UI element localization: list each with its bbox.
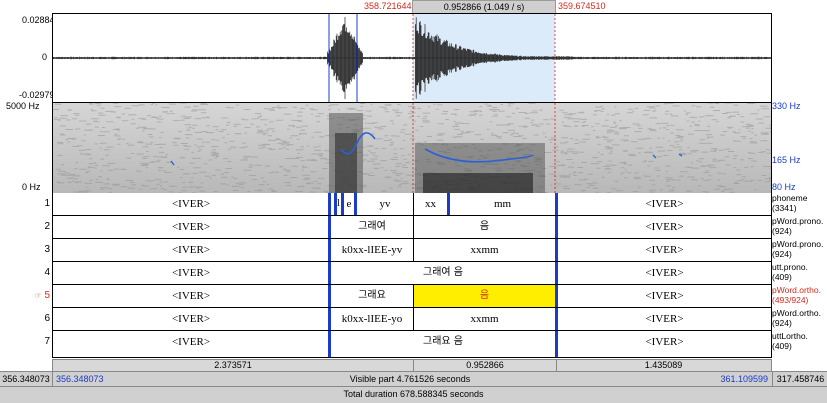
tier-1-interval-e[interactable]: e bbox=[344, 193, 354, 215]
tier-7-interval-a[interactable]: <IVER> bbox=[53, 331, 329, 353]
tier-5-interval-a[interactable]: <IVER> bbox=[53, 285, 329, 307]
tier-1-interval-a[interactable]: <IVER> bbox=[53, 193, 329, 215]
tier-7-name: uttLortho. (409) bbox=[772, 331, 808, 351]
window-start-time[interactable]: 356.348073 bbox=[0, 372, 53, 386]
pitch-max-label: 330 Hz bbox=[772, 101, 801, 111]
tier-7-interval-d[interactable]: <IVER> bbox=[558, 331, 771, 353]
tier-2-pword-prono[interactable]: <IVER> 그래여 음 <IVER> bbox=[52, 216, 772, 239]
tier-6-number: 6 bbox=[44, 313, 50, 324]
spectrogram-min-freq: 0 Hz bbox=[22, 182, 41, 192]
tier-1-interval-xx[interactable]: xx bbox=[414, 193, 447, 215]
spectrogram-panel[interactable] bbox=[52, 102, 772, 194]
window-end-time[interactable]: 317.458746 bbox=[772, 372, 827, 386]
tier-5-interval-d[interactable]: <IVER> bbox=[558, 285, 771, 307]
pitch-mid-label: 165 Hz bbox=[772, 155, 801, 165]
total-duration-label[interactable]: Total duration 678.588345 seconds bbox=[0, 387, 827, 403]
boundary[interactable] bbox=[328, 193, 331, 215]
tier-3-name: pWord.prono. (924) bbox=[772, 239, 824, 259]
tier-3-interval-b[interactable]: k0xx-lIEE-yv bbox=[331, 239, 413, 261]
tier-2-interval-c[interactable]: 음 bbox=[414, 216, 555, 238]
waveform-zero-label: 0 bbox=[42, 52, 48, 62]
visible-part-label[interactable]: Visible part 4.761526 seconds bbox=[200, 372, 620, 386]
selected-tier-pointer-icon: ☞ bbox=[34, 291, 42, 300]
tier-6-interval-d[interactable]: <IVER> bbox=[558, 308, 771, 330]
tier-7-number: 7 bbox=[44, 336, 50, 347]
tier-2-interval-a[interactable]: <IVER> bbox=[53, 216, 329, 238]
tier-3-number: 3 bbox=[44, 244, 50, 255]
visible-part-bar[interactable]: 356.348073 356.348073 Visible part 4.761… bbox=[0, 371, 827, 386]
tier-5-name: pWord.ortho. (493/924) bbox=[772, 285, 821, 305]
tier-6-interval-b[interactable]: k0xx-lIEE-yo bbox=[331, 308, 413, 330]
tier-2-interval-b[interactable]: 그래여 bbox=[331, 216, 413, 238]
tier-1-interval-mm[interactable]: mm bbox=[450, 193, 555, 215]
waveform-panel[interactable] bbox=[52, 13, 772, 103]
right-duration[interactable]: 1.435089 bbox=[556, 360, 771, 371]
tier-3-interval-c[interactable]: xxmm bbox=[414, 239, 555, 261]
waveform-min-label: -0.02979 bbox=[19, 90, 55, 100]
tier-1-interval-yv[interactable]: yv bbox=[357, 193, 413, 215]
tier-1-phoneme[interactable]: <IVER> l e yv xx mm <IVER> bbox=[52, 193, 772, 216]
tier-6-name: pWord.ortho. (924) bbox=[772, 308, 821, 328]
tier-5-pword-ortho[interactable]: <IVER> 그래요 음 <IVER> bbox=[52, 285, 772, 308]
spectrogram-graphic bbox=[53, 103, 771, 193]
tier-1-number: 1 bbox=[44, 198, 50, 209]
tier-3-interval-a[interactable]: <IVER> bbox=[53, 239, 329, 261]
tier-5-number: ☞ 5 bbox=[34, 290, 50, 301]
tier-1-interval-d[interactable]: <IVER> bbox=[558, 193, 771, 215]
tier-6-pword-ortho[interactable]: <IVER> k0xx-lIEE-yo xxmm <IVER> bbox=[52, 308, 772, 331]
tier-2-name: pWord.prono. (924) bbox=[772, 216, 824, 236]
tier-5-interval-b[interactable]: 그래요 bbox=[331, 285, 413, 307]
selection-start-time: 358.721644 bbox=[364, 1, 412, 11]
tier-3-interval-d[interactable]: <IVER> bbox=[558, 239, 771, 261]
tier-2-number: 2 bbox=[44, 221, 50, 232]
tier-4-utt-prono[interactable]: <IVER> 그래여 음 <IVER> bbox=[52, 262, 772, 285]
selection-length[interactable]: 0.952866 (1.049 / s) bbox=[412, 0, 556, 14]
tier-4-interval-a[interactable]: <IVER> bbox=[53, 262, 329, 284]
tier-2-interval-d[interactable]: <IVER> bbox=[558, 216, 771, 238]
tier-4-number: 4 bbox=[44, 267, 50, 278]
waveform-max-label: 0.02884 bbox=[22, 15, 55, 25]
tier-6-interval-a[interactable]: <IVER> bbox=[53, 308, 329, 330]
tier-4-name: utt.prono. (409) bbox=[772, 262, 808, 282]
tier-7-interval-bc[interactable]: 그래요 음 bbox=[331, 331, 555, 353]
tier-7-utt-ortho[interactable]: <IVER> 그래요 음 <IVER> bbox=[52, 331, 772, 358]
tier-3-pword-prono[interactable]: <IVER> k0xx-lIEE-yv xxmm <IVER> bbox=[52, 239, 772, 262]
waveform-graphic bbox=[53, 14, 771, 102]
total-duration-bar[interactable]: Total duration 678.588345 seconds bbox=[0, 386, 827, 403]
tier-4-interval-d[interactable]: <IVER> bbox=[558, 262, 771, 284]
tier-5-selected-interval[interactable]: 음 bbox=[414, 285, 555, 307]
selection-end-time: 359.674510 bbox=[558, 1, 606, 11]
tier-1-name: phoneme (3341) bbox=[772, 193, 808, 213]
tier-6-interval-c[interactable]: xxmm bbox=[414, 308, 555, 330]
left-duration[interactable]: 2.373571 bbox=[53, 360, 413, 371]
selection-duration[interactable]: 0.952866 bbox=[413, 360, 557, 371]
pitch-min-label: 80 Hz bbox=[772, 182, 796, 192]
spectrogram-max-freq: 5000 Hz bbox=[6, 101, 40, 111]
visible-start-time: 356.348073 bbox=[56, 374, 104, 384]
visible-end-time: 361.109599 bbox=[720, 374, 768, 384]
selection-ruler[interactable]: 358.721644 359.674510 bbox=[52, 0, 770, 13]
tier-4-interval-bc[interactable]: 그래여 음 bbox=[331, 262, 555, 284]
